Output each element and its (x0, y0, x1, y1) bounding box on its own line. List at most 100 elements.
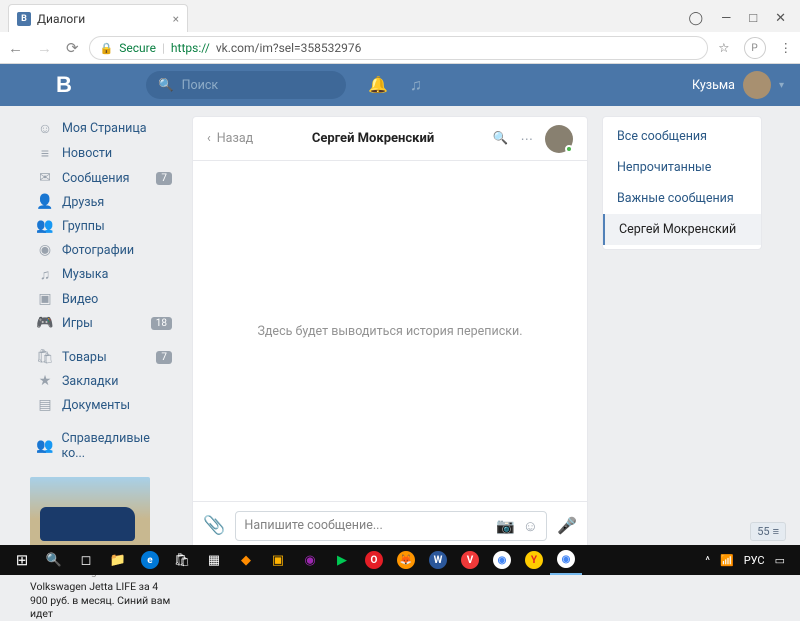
minimize-icon[interactable]: — (721, 11, 731, 26)
tab-bar: B Диалоги × ◯ — □ ✕ (0, 0, 800, 32)
tray: ^ 📶 РУС ▭ (702, 554, 794, 567)
collapse-icon: ≡ (773, 525, 779, 538)
sidebar-item[interactable]: ♫Музыка (30, 262, 178, 287)
chat-header: ‹ Назад Сергей Мокренский 🔍 ⋯ (193, 117, 587, 161)
star-icon[interactable]: ☆ (718, 40, 729, 56)
chevron-left-icon: ‹ (207, 131, 211, 146)
url-rest: vk.com/im?sel=358532976 (216, 41, 362, 55)
sidebar-icon: ★ (36, 373, 54, 389)
bell-icon[interactable]: 🔔 (368, 75, 388, 95)
user-icon[interactable]: ◯ (689, 11, 704, 26)
sidebar-item[interactable]: ▣Видео (30, 287, 178, 311)
chrome-active-icon[interactable]: ◉ (550, 545, 582, 575)
sidebar-label: Сообщения (62, 171, 130, 186)
firefox-icon[interactable]: 🦊 (390, 545, 422, 575)
filter-item[interactable]: Непрочитанные (603, 152, 761, 183)
online-indicator (565, 145, 573, 153)
tab-title: Диалоги (37, 12, 85, 26)
addr-right: ☆ P ⋮ (718, 37, 792, 59)
app-icon[interactable]: ▣ (262, 545, 294, 575)
close-icon[interactable]: ✕ (775, 11, 786, 26)
sidebar-label: Группы (62, 219, 105, 234)
scroll-counter[interactable]: 55 ≡ (750, 522, 786, 541)
music-icon[interactable]: ♫ (410, 75, 422, 95)
sidebar-icon: ≡ (36, 145, 54, 162)
task-view-button[interactable]: ◻ (70, 545, 102, 575)
filter-item[interactable]: Все сообщения (603, 121, 761, 152)
word-icon[interactable]: W (422, 545, 454, 575)
app-icon[interactable]: ◆ (230, 545, 262, 575)
header-icons: 🔔 ♫ (368, 75, 422, 95)
ad-text: Volkswagen Jetta LIFE за 4 900 руб. в ме… (30, 580, 178, 621)
emoji-icon[interactable]: ☺ (523, 517, 538, 535)
ad-image (30, 477, 150, 547)
start-button[interactable]: ⊞ (6, 545, 38, 575)
vk-logo[interactable]: B (56, 72, 146, 98)
lang-indicator[interactable]: РУС (741, 554, 768, 567)
lock-icon: 🔒 (100, 42, 114, 55)
search-icon[interactable]: 🔍 (493, 131, 509, 146)
sidebar-item[interactable]: ✉Сообщения7 (30, 166, 178, 190)
message-input[interactable]: Напишите сообщение... 📷 ☺ (235, 511, 547, 541)
chat-panel: ‹ Назад Сергей Мокренский 🔍 ⋯ Здесь буде… (192, 116, 588, 550)
chevron-down-icon: ▾ (779, 80, 784, 91)
reload-icon[interactable]: ⟳ (66, 39, 79, 57)
url-input[interactable]: 🔒 Secure | https://vk.com/im?sel=3585329… (89, 36, 709, 60)
right-panel: Все сообщенияНепрочитанныеВажные сообщен… (602, 116, 762, 250)
edge-icon[interactable]: e (134, 545, 166, 575)
action-center-icon[interactable]: ▭ (772, 554, 788, 567)
vk-favicon: B (17, 12, 31, 26)
sidebar-item[interactable]: ★Закладки (30, 369, 178, 393)
window-controls: ◯ — □ ✕ (675, 4, 800, 32)
back-icon[interactable]: ← (8, 39, 23, 57)
search-input[interactable]: 🔍 Поиск (146, 71, 346, 99)
sidebar-icon: ◉ (36, 242, 54, 258)
filter-item[interactable]: Сергей Мокренский (603, 214, 761, 245)
menu-icon[interactable]: ⋮ (780, 40, 793, 56)
chat-avatar[interactable] (545, 125, 573, 153)
camera-icon[interactable]: 📷 (496, 517, 515, 535)
sidebar-item[interactable]: ≡ Новости (30, 141, 178, 166)
back-button[interactable]: ‹ Назад (207, 131, 253, 146)
nav-arrows: ← → ⟳ (8, 39, 79, 57)
more-icon[interactable]: ⋯ (521, 131, 534, 147)
sidebar-label: Игры (62, 316, 93, 331)
search-button[interactable]: 🔍 (38, 545, 70, 575)
sidebar-icon: 🛍 (36, 349, 54, 365)
vivaldi-icon[interactable]: V (454, 545, 486, 575)
tray-up-icon[interactable]: ^ (702, 554, 713, 567)
sidebar-item[interactable]: 👤Друзья (30, 190, 178, 214)
profile-button[interactable]: P (744, 37, 766, 59)
sidebar-item[interactable]: ◉Фотографии (30, 238, 178, 262)
sidebar-item[interactable]: 🎮Игры18 (30, 311, 178, 335)
sidebar-item[interactable]: 👥Справедливые ко... (30, 427, 178, 465)
sidebar-icon: 👤 (36, 194, 54, 210)
secure-label: Secure (119, 41, 156, 55)
app-icon[interactable]: ◉ (294, 545, 326, 575)
opera-icon[interactable]: O (358, 545, 390, 575)
explorer-icon[interactable]: 📁 (102, 545, 134, 575)
wifi-icon[interactable]: 📶 (717, 554, 737, 567)
sidebar-item[interactable]: ▤Документы (30, 393, 178, 417)
chat-body: Здесь будет выводиться история переписки… (193, 161, 587, 501)
mic-icon[interactable]: 🎤 (557, 516, 577, 535)
sidebar-item[interactable]: 🛍Товары7 (30, 345, 178, 369)
tab-close-icon[interactable]: × (173, 12, 179, 26)
browser-tab[interactable]: B Диалоги × (8, 4, 188, 32)
sidebar-icon: 👥 (36, 438, 53, 454)
app-icon[interactable]: ▶ (326, 545, 358, 575)
sidebar-item[interactable]: ☺Моя Страница (30, 116, 178, 141)
chrome-icon[interactable]: ◉ (486, 545, 518, 575)
forward-icon[interactable]: → (37, 39, 52, 57)
sidebar-item[interactable]: 👥Группы (30, 214, 178, 238)
attach-icon[interactable]: 📎 (203, 515, 225, 536)
store-icon[interactable]: 🛍 (166, 545, 198, 575)
sidebar-badge: 7 (156, 351, 172, 364)
header-user-menu[interactable]: Кузьма ▾ (692, 71, 800, 99)
yandex-icon[interactable]: Y (518, 545, 550, 575)
filter-item[interactable]: Важные сообщения (603, 183, 761, 214)
sidebar-label: Новости (62, 146, 112, 161)
maximize-icon[interactable]: □ (749, 10, 757, 26)
app-icon[interactable]: ▦ (198, 545, 230, 575)
back-label: Назад (217, 131, 253, 146)
